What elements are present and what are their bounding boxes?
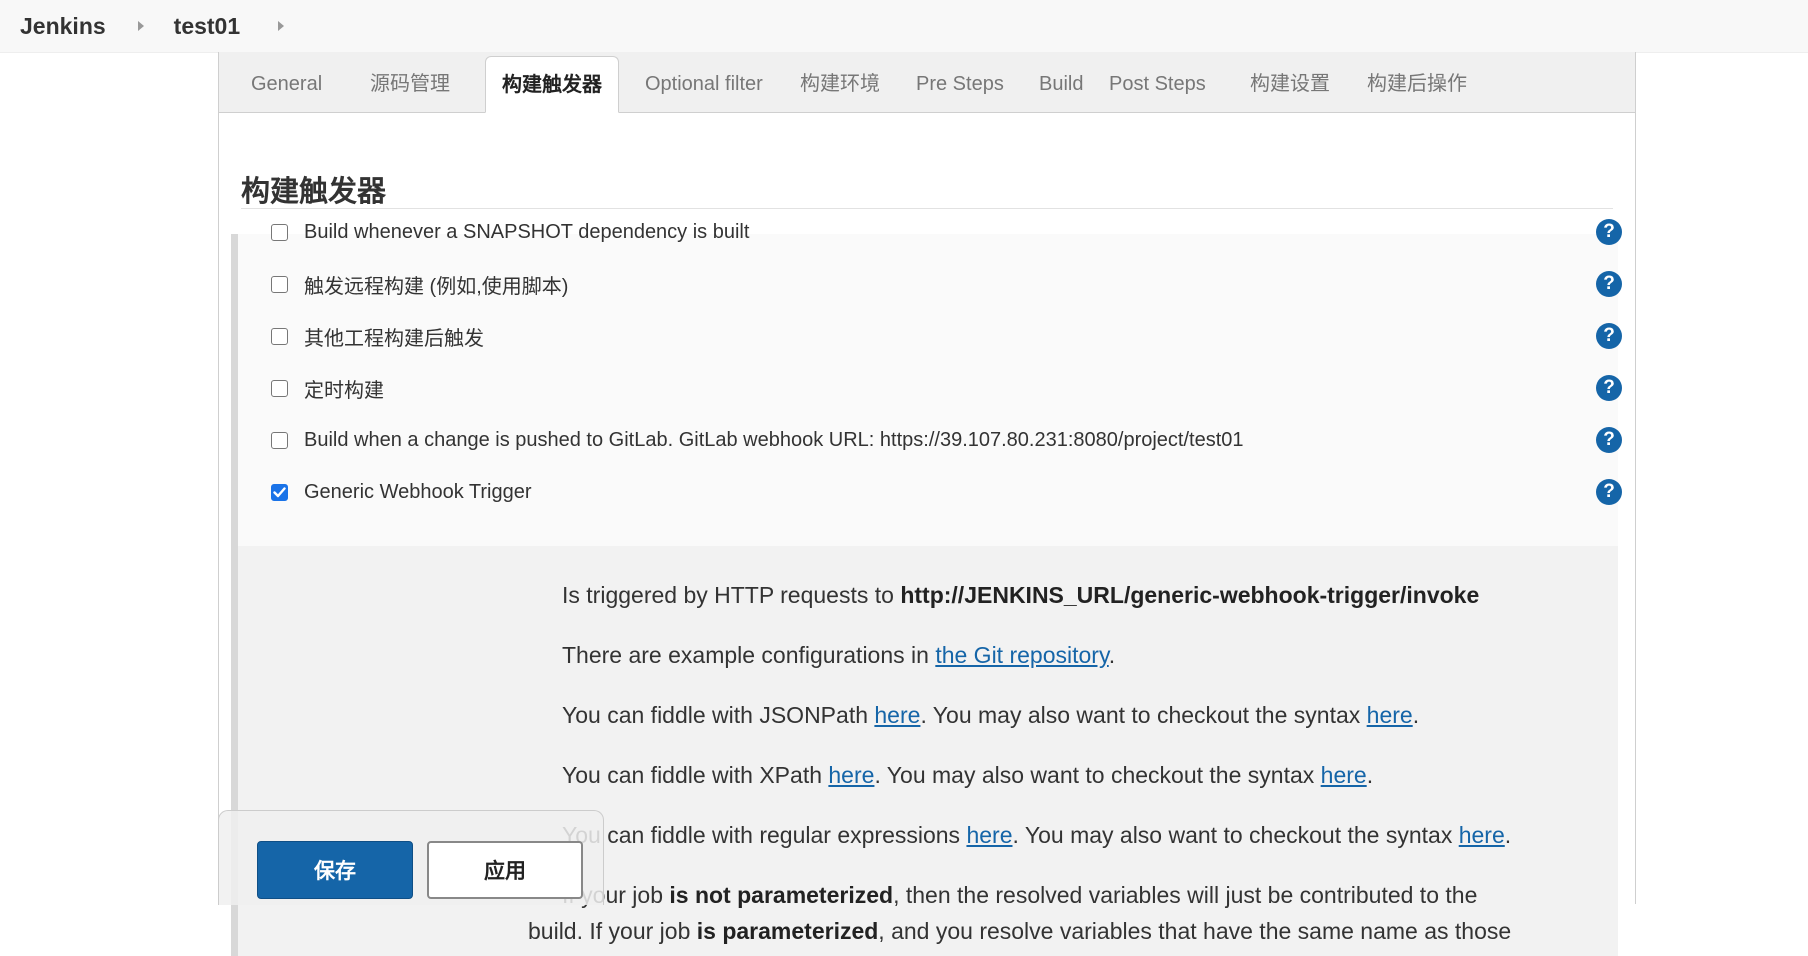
webhook-url: http://JENKINS_URL/generic-webhook-trigg… — [900, 582, 1480, 608]
trigger-option-label: 定时构建 — [304, 379, 384, 402]
trigger-option-label: Build whenever a SNAPSHOT dependency is … — [304, 220, 750, 243]
details-text: You can fiddle with regular expressions — [562, 822, 967, 848]
xpath-fiddle-link[interactable]: here — [828, 762, 874, 788]
tab-post-steps[interactable]: Post Steps — [1093, 56, 1222, 112]
question-mark-icon[interactable]: ? — [1596, 271, 1622, 297]
jsonpath-syntax-link[interactable]: here — [1367, 702, 1413, 728]
trigger-option-generic-webhook[interactable]: Generic Webhook Trigger ? — [238, 466, 1622, 518]
git-repository-link[interactable]: the Git repository — [935, 642, 1108, 668]
question-mark-icon[interactable]: ? — [1596, 479, 1622, 505]
trigger-option-remote[interactable]: 触发远程构建 (例如,使用脚本) ? — [238, 258, 1622, 310]
tab-build-settings[interactable]: 构建设置 — [1234, 56, 1346, 112]
save-button[interactable]: 保存 — [257, 841, 413, 899]
details-line-parameterized: build. If your job is parameterized, and… — [528, 918, 1511, 945]
details-text: . — [1412, 702, 1420, 728]
details-text: Is triggered by HTTP requests to — [562, 582, 901, 608]
section-title: 构建触发器 — [241, 176, 387, 208]
details-line-regex: You can fiddle with regular expressions … — [562, 822, 1511, 849]
tab-general[interactable]: General — [235, 56, 338, 112]
trigger-option-upstream[interactable]: 其他工程构建后触发 ? — [238, 310, 1622, 362]
trigger-option-label: 触发远程构建 (例如,使用脚本) — [304, 275, 569, 298]
details-text: . You may also want to checkout the synt… — [920, 702, 1367, 728]
details-text: , then the resolved variables will just … — [893, 882, 1478, 908]
gitlab-trigger-checkbox[interactable] — [271, 431, 288, 449]
details-line-not-parameterized: If your job is not parameterized, then t… — [562, 882, 1477, 909]
checkmark-icon — [273, 486, 286, 497]
timer-trigger-checkbox[interactable] — [271, 379, 288, 397]
breadcrumb-job-link[interactable]: test01 — [174, 13, 240, 40]
apply-button[interactable]: 应用 — [427, 841, 583, 899]
question-mark-icon[interactable]: ? — [1596, 219, 1622, 245]
tab-pre-steps[interactable]: Pre Steps — [900, 56, 1020, 112]
tab-build-environment[interactable]: 构建环境 — [784, 56, 896, 112]
tab-source-code[interactable]: 源码管理 — [354, 56, 466, 112]
breadcrumb-separator-icon[interactable] — [137, 21, 144, 31]
details-text: . — [1366, 762, 1374, 788]
question-mark-icon[interactable]: ? — [1596, 375, 1622, 401]
config-panel: General 源码管理 构建触发器 Optional filter 构建环境 … — [218, 52, 1636, 956]
details-text: There are example configurations in — [562, 642, 936, 668]
upstream-trigger-checkbox[interactable] — [271, 327, 288, 345]
tab-build[interactable]: Build — [1023, 56, 1099, 112]
details-line-xpath: You can fiddle with XPath here. You may … — [562, 762, 1373, 789]
details-text: You can fiddle with JSONPath — [562, 702, 875, 728]
question-mark-icon[interactable]: ? — [1596, 427, 1622, 453]
breadcrumb-separator-icon[interactable] — [278, 21, 285, 31]
details-text: . You may also want to checkout the synt… — [1012, 822, 1459, 848]
details-text: . — [1504, 822, 1512, 848]
xpath-syntax-link[interactable]: here — [1321, 762, 1367, 788]
generic-webhook-checkbox[interactable] — [271, 483, 288, 501]
details-text: You can fiddle with XPath — [562, 762, 829, 788]
details-text: . — [1108, 642, 1116, 668]
save-apply-bar: 保存 应用 — [218, 810, 604, 905]
tab-post-build-actions[interactable]: 构建后操作 — [1351, 56, 1483, 112]
details-line-endpoint: Is triggered by HTTP requests to http://… — [562, 582, 1479, 609]
config-tabs: General 源码管理 构建触发器 Optional filter 构建环境 … — [219, 52, 1635, 113]
snapshot-checkbox[interactable] — [271, 223, 288, 241]
details-text: , and you resolve variables that have th… — [878, 918, 1512, 944]
details-text: . You may also want to checkout the synt… — [874, 762, 1321, 788]
regex-fiddle-link[interactable]: here — [966, 822, 1012, 848]
trigger-option-timer[interactable]: 定时构建 ? — [238, 362, 1622, 414]
details-bold-text: is parameterized — [696, 918, 879, 944]
details-bold-text: is not parameterized — [669, 882, 894, 908]
details-line-jsonpath: You can fiddle with JSONPath here. You m… — [562, 702, 1419, 729]
tab-build-triggers[interactable]: 构建触发器 — [485, 56, 619, 113]
details-text: build. If your job — [528, 918, 697, 944]
jsonpath-fiddle-link[interactable]: here — [874, 702, 920, 728]
trigger-option-label: 其他工程构建后触发 — [304, 327, 484, 350]
tab-optional-filter[interactable]: Optional filter — [629, 56, 779, 112]
regex-syntax-link[interactable]: here — [1459, 822, 1505, 848]
trigger-option-snapshot[interactable]: Build whenever a SNAPSHOT dependency is … — [238, 206, 1622, 258]
details-line-examples: There are example configurations in the … — [562, 642, 1115, 669]
remote-trigger-checkbox[interactable] — [271, 275, 288, 293]
breadcrumb: Jenkins test01 — [0, 0, 1808, 53]
trigger-option-label: Generic Webhook Trigger — [304, 480, 532, 503]
trigger-option-label: Build when a change is pushed to GitLab.… — [304, 428, 1244, 451]
trigger-option-gitlab[interactable]: Build when a change is pushed to GitLab.… — [238, 414, 1622, 466]
question-mark-icon[interactable]: ? — [1596, 323, 1622, 349]
breadcrumb-jenkins-link[interactable]: Jenkins — [20, 13, 106, 40]
